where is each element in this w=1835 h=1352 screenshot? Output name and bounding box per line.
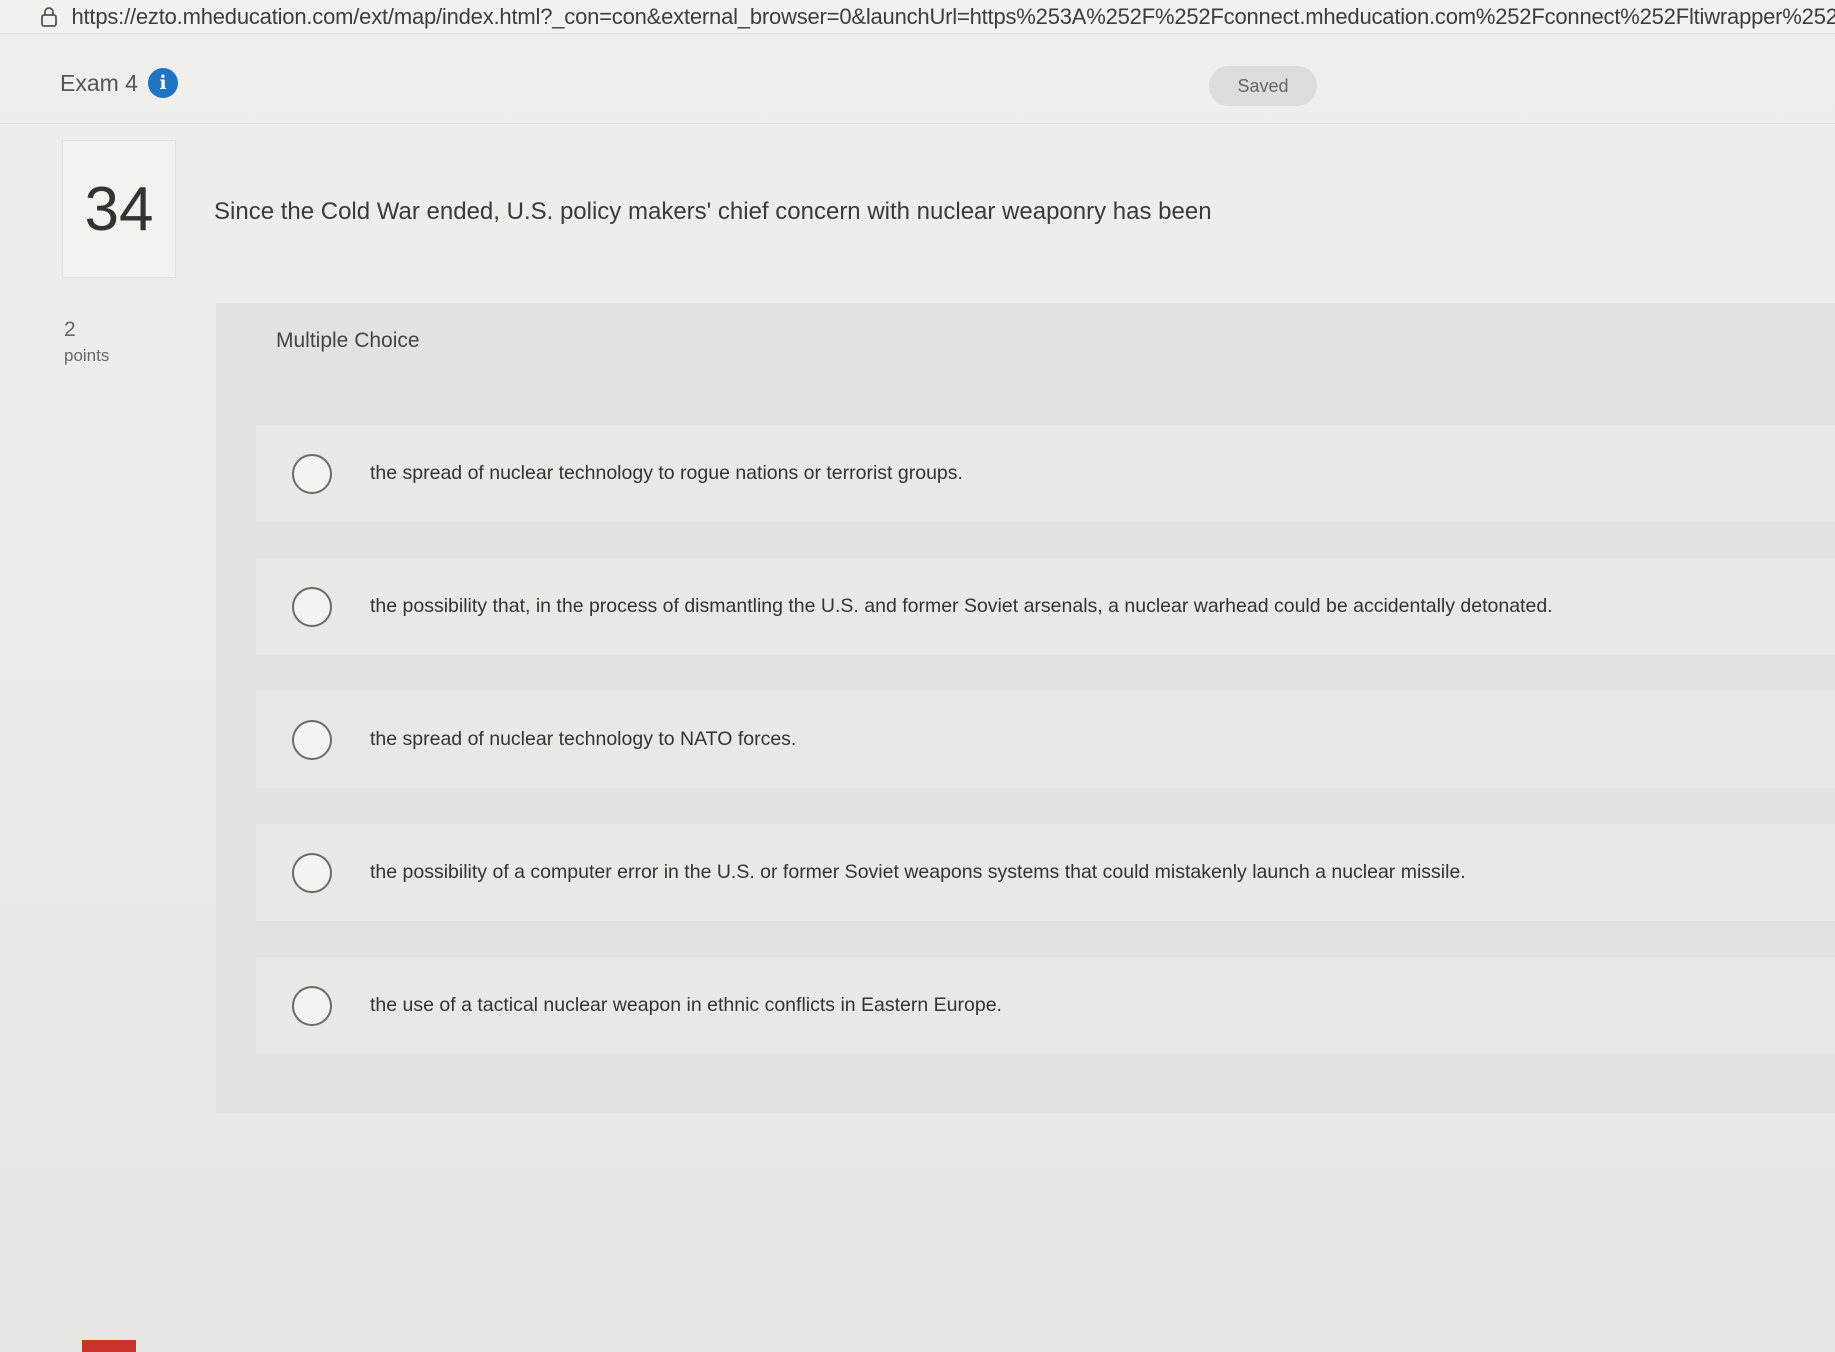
info-icon[interactable]: i — [147, 68, 178, 98]
question-type-label: Multiple Choice — [276, 328, 420, 352]
question-number: 34 — [62, 140, 176, 278]
exam-title: Exam 4 i — [60, 68, 178, 98]
choice-option[interactable]: the use of a tactical nuclear weapon in … — [256, 957, 1835, 1054]
choice-list: the spread of nuclear technology to rogu… — [256, 425, 1835, 1090]
exam-title-text: Exam 4 — [60, 69, 138, 96]
choice-option[interactable]: the spread of nuclear technology to rogu… — [256, 425, 1835, 522]
choice-option[interactable]: the possibility of a computer error in t… — [256, 824, 1835, 921]
choice-option[interactable]: the possibility that, in the process of … — [256, 558, 1835, 655]
choice-label[interactable]: the spread of nuclear technology to rogu… — [370, 462, 963, 485]
radio-button[interactable] — [292, 586, 332, 627]
radio-button[interactable] — [292, 453, 332, 494]
lock-icon[interactable] — [38, 6, 59, 28]
brand-logo-strip — [82, 1340, 136, 1352]
radio-button[interactable] — [292, 985, 332, 1026]
saved-status-badge: Saved — [1209, 66, 1317, 106]
radio-button[interactable] — [292, 852, 332, 893]
exam-page: https://ezto.mheducation.com/ext/map/ind… — [0, 0, 1835, 1352]
choice-label[interactable]: the possibility of a computer error in t… — [370, 861, 1466, 884]
choice-option[interactable]: the spread of nuclear technology to NATO… — [256, 691, 1835, 788]
choice-label[interactable]: the use of a tactical nuclear weapon in … — [370, 994, 1002, 1017]
choice-label[interactable]: the spread of nuclear technology to NATO… — [370, 728, 796, 751]
exam-header: Exam 4 i Saved — [0, 44, 1835, 124]
points-label: points — [64, 346, 110, 365]
choice-label[interactable]: the possibility that, in the process of … — [370, 595, 1553, 618]
points-value: 2 — [64, 318, 76, 341]
address-bar[interactable]: https://ezto.mheducation.com/ext/map/ind… — [0, 0, 1835, 34]
url-text[interactable]: https://ezto.mheducation.com/ext/map/ind… — [71, 4, 1835, 30]
radio-button[interactable] — [292, 719, 332, 760]
question-prompt: Since the Cold War ended, U.S. policy ma… — [214, 198, 1212, 225]
points-indicator: 2 points — [64, 318, 109, 366]
answer-panel: Multiple Choice the spread of nuclear te… — [216, 303, 1835, 1113]
